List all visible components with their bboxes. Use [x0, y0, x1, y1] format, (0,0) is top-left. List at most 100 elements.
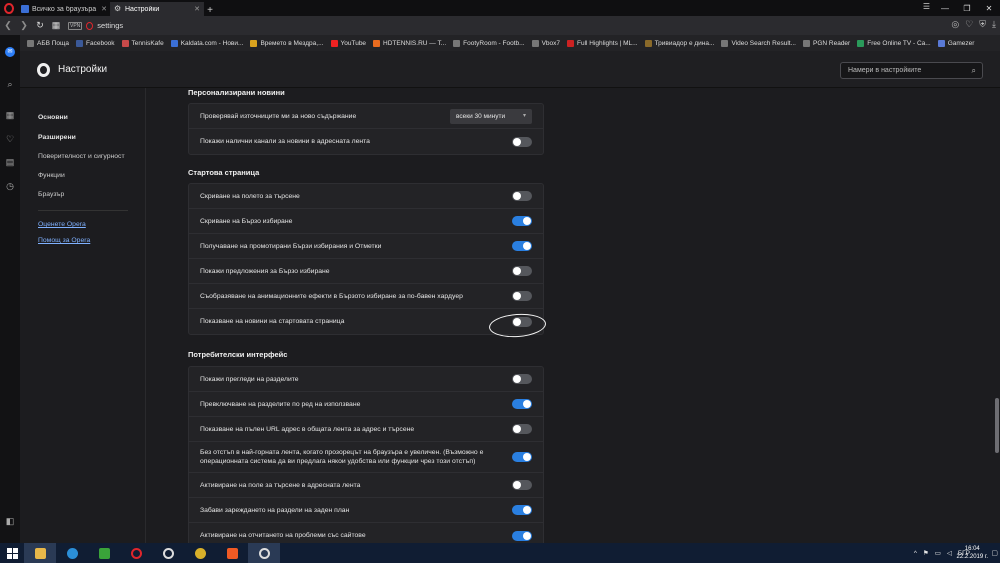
- help-opera-link[interactable]: Помощ за Opera: [38, 237, 90, 244]
- taskbar-chrome[interactable]: [184, 543, 216, 563]
- folder-icon: [34, 547, 46, 559]
- taskbar-opera-active[interactable]: [248, 543, 280, 563]
- bookmark-item[interactable]: Video Search Result...: [721, 39, 796, 47]
- toggle-switch[interactable]: [512, 191, 532, 201]
- opera-menu-icon[interactable]: [0, 0, 18, 16]
- messenger-icon[interactable]: ✉: [5, 47, 15, 57]
- notifications-icon[interactable]: ▢: [991, 549, 998, 557]
- toggle-switch[interactable]: [512, 136, 532, 147]
- setting-row: Без отстъп в най-горната лента, когато п…: [189, 442, 543, 473]
- weather-icon: [250, 39, 258, 47]
- setting-row: Проверявай източниците ми за ново съдърж…: [189, 104, 543, 129]
- taskbar-opera[interactable]: [120, 543, 152, 563]
- vpn-badge[interactable]: VPN: [68, 21, 83, 30]
- nav-advanced[interactable]: Разширени: [38, 134, 76, 141]
- toggle-switch[interactable]: [512, 480, 532, 490]
- section-title-news: Персонализирани новини: [188, 88, 285, 97]
- bookmark-item[interactable]: TennisKafe: [121, 39, 164, 47]
- search-placeholder: Намери в настройките: [848, 67, 922, 74]
- nav-features[interactable]: Функции: [38, 172, 65, 179]
- speed-dial-icon[interactable]: ▦: [5, 110, 15, 120]
- tab-menu-icon[interactable]: ☰: [923, 2, 930, 11]
- taskbar-store[interactable]: [88, 543, 120, 563]
- toggle-switch[interactable]: [512, 374, 532, 384]
- bookmark-item[interactable]: PGN Reader: [803, 39, 850, 47]
- nav-browser[interactable]: Браузър: [38, 191, 64, 198]
- taskbar-brave[interactable]: [216, 543, 248, 563]
- nav-privacy[interactable]: Поверителност и сигурност: [38, 153, 125, 160]
- heart-icon[interactable]: ♡: [5, 134, 15, 144]
- toggle-switch[interactable]: [512, 216, 532, 226]
- clock[interactable]: 16:04 22.2.2019 г.: [957, 545, 988, 561]
- download-icon[interactable]: ⤓: [992, 19, 996, 30]
- network-icon[interactable]: ▭: [935, 549, 941, 557]
- taskbar-explorer[interactable]: [24, 543, 56, 563]
- rate-opera-link[interactable]: Оценете Opera: [38, 221, 86, 228]
- bookmark-item[interactable]: Facebook: [76, 39, 115, 47]
- bookmark-item[interactable]: Free Online TV - Ca...: [857, 39, 931, 47]
- news-icon[interactable]: ▤: [5, 157, 15, 167]
- toggle-switch[interactable]: [512, 452, 532, 462]
- search-icon[interactable]: ⌕: [5, 79, 15, 89]
- tabs-grid-icon[interactable]: ▦: [48, 20, 64, 31]
- restore-button[interactable]: ❐: [956, 0, 978, 16]
- toggle-switch[interactable]: [512, 424, 532, 434]
- bookmark-item[interactable]: АБВ Поща: [27, 39, 69, 47]
- volume-icon[interactable]: ◁: [947, 549, 952, 557]
- reload-button[interactable]: ↻: [32, 20, 48, 31]
- footyroom-icon: [453, 39, 461, 47]
- nav-basic[interactable]: Основни: [38, 114, 68, 121]
- camera-icon[interactable]: ◎: [951, 19, 959, 30]
- heart-icon[interactable]: ♡: [965, 19, 973, 30]
- chrome-icon: [194, 547, 206, 559]
- setting-label: Без отстъп в най-горната лента, когато п…: [200, 449, 484, 465]
- forward-button[interactable]: ❯: [16, 20, 32, 31]
- minimize-button[interactable]: —: [934, 0, 956, 16]
- bookmark-item[interactable]: Kaldata.com - Нови...: [170, 39, 243, 47]
- scrollbar-thumb[interactable]: [995, 398, 999, 453]
- tab-opera-news[interactable]: Всичко за браузъра Opera ✕: [18, 2, 111, 16]
- search-icon: ⌕: [971, 66, 976, 75]
- close-window-button[interactable]: ✕: [978, 0, 1000, 16]
- start-button[interactable]: [0, 543, 24, 563]
- new-tab-button[interactable]: +: [204, 5, 216, 16]
- toggle-switch[interactable]: [512, 530, 532, 541]
- setting-row: Скриване на Бързо избиране: [189, 209, 543, 234]
- bookmark-item[interactable]: Тривиадор е дина...: [644, 39, 714, 47]
- address-bar-actions: ◎ ♡ ⛨ ⤓: [951, 19, 996, 30]
- back-button[interactable]: ❮: [0, 20, 16, 31]
- chevron-up-icon[interactable]: ^: [914, 550, 917, 557]
- close-tab-icon[interactable]: ✕: [194, 5, 200, 13]
- toggle-switch[interactable]: [512, 399, 532, 409]
- setting-label: Активиране на поле за търсене в адреснат…: [200, 481, 361, 489]
- setting-row: Превключване на разделите по ред на изпо…: [189, 392, 543, 417]
- toggle-switch[interactable]: [512, 505, 532, 515]
- bookmark-item[interactable]: FootyRoom - Footb...: [453, 39, 525, 47]
- setting-label: Съобразяване на анимационните ефекти в Б…: [200, 292, 463, 300]
- bookmark-item[interactable]: YouTube: [330, 39, 366, 47]
- refresh-interval-select[interactable]: всеки 30 минути ▾: [450, 109, 532, 124]
- opera-icon: [86, 21, 94, 30]
- windows-icon: [6, 547, 18, 559]
- history-icon[interactable]: ◷: [5, 181, 15, 191]
- bookmark-item[interactable]: Времето в Мездра,...: [250, 39, 324, 47]
- bookmark-item[interactable]: Full Highlights | ML...: [567, 39, 638, 47]
- tab-settings[interactable]: ⚙ Настройки ✕: [111, 2, 204, 16]
- shield-icon[interactable]: ⛨: [979, 19, 986, 30]
- home-icon: [27, 39, 34, 47]
- url-field[interactable]: VPN settings: [68, 21, 123, 30]
- sidebar-toggle-icon[interactable]: ◧: [5, 516, 15, 526]
- bookmark-item[interactable]: Gamezer: [937, 39, 974, 47]
- triviador-icon: [644, 39, 652, 47]
- toggle-switch[interactable]: [512, 266, 532, 276]
- bookmark-item[interactable]: HDTENNIS.RU — T...: [373, 39, 446, 47]
- taskbar-edge[interactable]: [56, 543, 88, 563]
- flag-icon[interactable]: ⚑: [923, 549, 929, 557]
- bookmark-item[interactable]: Vbox7: [531, 39, 560, 47]
- toggle-switch[interactable]: [512, 291, 532, 301]
- close-tab-icon[interactable]: ✕: [101, 5, 107, 13]
- settings-search-input[interactable]: Намери в настройките ⌕: [840, 62, 983, 79]
- section-title-start-page: Стартова страница: [188, 168, 260, 177]
- toggle-switch[interactable]: [512, 241, 532, 251]
- taskbar-opera-gx[interactable]: [152, 543, 184, 563]
